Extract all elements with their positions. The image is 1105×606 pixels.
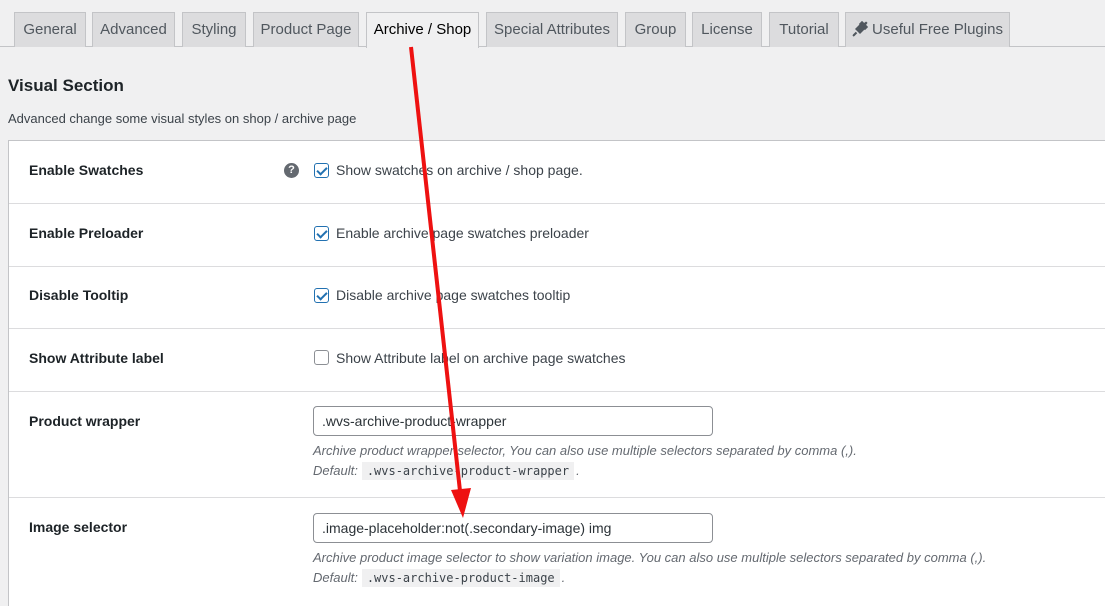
tab-group[interactable]: Group: [625, 12, 686, 47]
enable-swatches-label: Enable Swatches: [29, 162, 144, 178]
image-selector-input[interactable]: [313, 513, 713, 543]
enable-preloader-checkbox[interactable]: [314, 226, 329, 241]
row-enable-preloader: Enable Preloader Enable archive page swa…: [9, 204, 1105, 267]
product-wrapper-default-value: .wvs-archive-product-wrapper: [361, 462, 575, 480]
image-selector-default-value: .wvs-archive-product-image: [361, 569, 560, 587]
tab-general[interactable]: General: [14, 12, 86, 47]
product-wrapper-default-prefix: Default:: [313, 463, 358, 478]
enable-preloader-label: Enable Preloader: [29, 225, 144, 241]
product-wrapper-label: Product wrapper: [29, 413, 141, 429]
row-disable-tooltip: Disable Tooltip Disable archive page swa…: [9, 267, 1105, 329]
row-enable-swatches: Enable Swatches ? Show swatches on archi…: [9, 141, 1105, 204]
image-selector-default: Default: .wvs-archive-product-image.: [313, 569, 565, 587]
row-product-wrapper: Product wrapper Archive product wrapper …: [9, 392, 1105, 498]
question-icon[interactable]: ?: [284, 163, 299, 178]
product-wrapper-input[interactable]: [313, 406, 713, 436]
section-description: Advanced change some visual styles on sh…: [8, 111, 357, 126]
settings-form: Enable Swatches ? Show swatches on archi…: [8, 140, 1105, 606]
product-wrapper-default-suffix: .: [576, 463, 580, 478]
tab-archive-shop[interactable]: Archive / Shop: [366, 12, 479, 48]
tab-tutorial[interactable]: Tutorial: [769, 12, 839, 47]
disable-tooltip-label: Disable Tooltip: [29, 287, 129, 303]
image-selector-label: Image selector: [29, 519, 128, 535]
tab-styling[interactable]: Styling: [182, 12, 246, 47]
product-wrapper-default: Default: .wvs-archive-product-wrapper.: [313, 462, 580, 480]
show-attribute-label-label: Show Attribute label: [29, 350, 164, 366]
tab-product-page[interactable]: Product Page: [253, 12, 359, 47]
tab-license[interactable]: License: [692, 12, 762, 47]
show-attribute-label-checkbox-label[interactable]: Show Attribute label on archive page swa…: [336, 350, 626, 366]
disable-tooltip-checkbox-label[interactable]: Disable archive page swatches tooltip: [336, 287, 570, 303]
enable-preloader-checkbox-label[interactable]: Enable archive page swatches preloader: [336, 225, 589, 241]
enable-swatches-checkbox[interactable]: [314, 163, 329, 178]
enable-swatches-checkbox-label[interactable]: Show swatches on archive / shop page.: [336, 162, 583, 178]
settings-tabs: General Advanced Styling Product Page Ar…: [0, 0, 1105, 48]
section-title: Visual Section: [8, 76, 124, 95]
product-wrapper-description: Archive product wrapper selector, You ca…: [313, 443, 857, 458]
tab-useful-free-plugins-label: Useful Free Plugins: [872, 21, 1003, 38]
disable-tooltip-checkbox[interactable]: [314, 288, 329, 303]
image-selector-default-prefix: Default:: [313, 570, 358, 585]
tab-useful-free-plugins[interactable]: Useful Free Plugins: [845, 12, 1010, 47]
row-image-selector: Image selector Archive product image sel…: [9, 498, 1105, 606]
tab-advanced[interactable]: Advanced: [92, 12, 175, 47]
show-attribute-label-checkbox[interactable]: [314, 350, 329, 365]
row-show-attribute-label: Show Attribute label Show Attribute labe…: [9, 329, 1105, 392]
tab-special-attributes[interactable]: Special Attributes: [486, 12, 618, 47]
plug-icon: [852, 21, 869, 37]
image-selector-default-suffix: .: [561, 570, 566, 585]
image-selector-description: Archive product image selector to show v…: [313, 550, 987, 565]
